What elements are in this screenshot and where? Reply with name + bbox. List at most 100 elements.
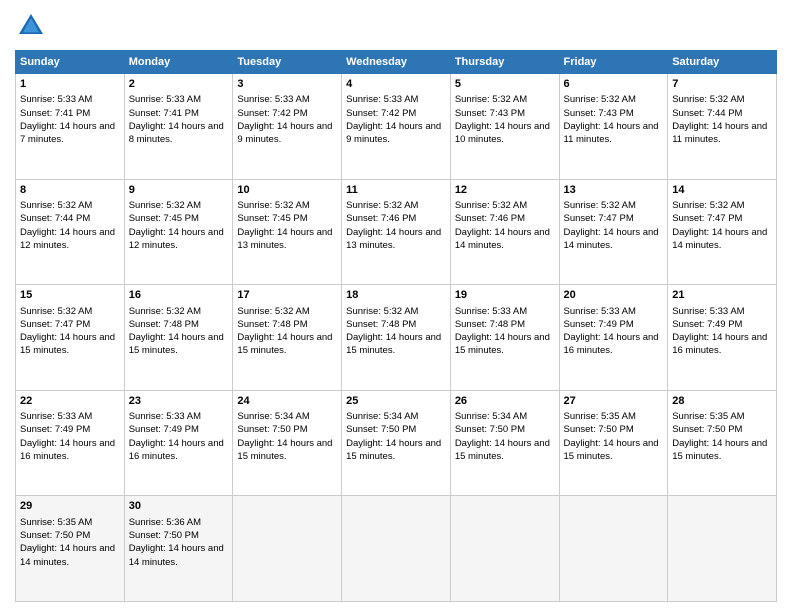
logo: [15, 10, 51, 42]
daylight-text: Daylight: 14 hours and 8 minutes.: [129, 121, 224, 145]
daylight-text: Daylight: 14 hours and 9 minutes.: [346, 121, 441, 145]
sunrise-text: Sunrise: 5:32 AM: [129, 200, 201, 211]
day-header-sunday: Sunday: [16, 51, 125, 74]
day-number: 9: [129, 183, 229, 198]
sunrise-text: Sunrise: 5:33 AM: [129, 411, 201, 422]
daylight-text: Daylight: 14 hours and 9 minutes.: [237, 121, 332, 145]
sunrise-text: Sunrise: 5:32 AM: [237, 200, 309, 211]
sunrise-text: Sunrise: 5:34 AM: [455, 411, 527, 422]
week-row-2: 8Sunrise: 5:32 AMSunset: 7:44 PMDaylight…: [16, 179, 777, 285]
calendar-cell: 14Sunrise: 5:32 AMSunset: 7:47 PMDayligh…: [668, 179, 777, 285]
calendar-cell: 10Sunrise: 5:32 AMSunset: 7:45 PMDayligh…: [233, 179, 342, 285]
day-number: 20: [564, 288, 664, 303]
sunset-text: Sunset: 7:43 PM: [455, 108, 525, 119]
week-row-4: 22 Sunrise: 5:33 AM Sunset: 7:49 PM Dayligh…: [16, 390, 777, 496]
sunrise-text: Sunrise: 5:33 AM: [346, 94, 418, 105]
calendar-cell: 16Sunrise: 5:32 AMSunset: 7:48 PMDayligh…: [124, 285, 233, 391]
sunset-text: Sunset: 7:49 PM: [672, 319, 742, 330]
daylight-text: Daylight: 14 hours and 15 minutes.: [346, 332, 441, 356]
calendar-cell: 23Sunrise: 5:33 AMSunset: 7:49 PMDayligh…: [124, 390, 233, 496]
day-number: 10: [237, 183, 337, 198]
calendar-cell: 13Sunrise: 5:32 AMSunset: 7:47 PMDayligh…: [559, 179, 668, 285]
day-number: 1: [20, 77, 120, 92]
calendar-cell: 26Sunrise: 5:34 AMSunset: 7:50 PMDayligh…: [450, 390, 559, 496]
day-number: 21: [672, 288, 772, 303]
calendar-cell: 7Sunrise: 5:32 AMSunset: 7:44 PMDaylight…: [668, 74, 777, 180]
day-number: 26: [455, 394, 555, 409]
day-number: 16: [129, 288, 229, 303]
sunrise-text: Sunrise: 5:32 AM: [564, 94, 636, 105]
daylight-text: Daylight: 14 hours and 15 minutes.: [129, 332, 224, 356]
day-number: 27: [564, 394, 664, 409]
sunset-text: Sunset: 7:41 PM: [129, 108, 199, 119]
calendar-cell: 22 Sunrise: 5:33 AM Sunset: 7:49 PM Dayligh…: [16, 390, 125, 496]
day-number: 12: [455, 183, 555, 198]
day-number: 6: [564, 77, 664, 92]
calendar-cell: 15Sunrise: 5:32 AMSunset: 7:47 PMDayligh…: [16, 285, 125, 391]
sunrise-text: Sunrise: 5:36 AM: [129, 517, 201, 528]
day-number: 2: [129, 77, 229, 92]
sunset-text: Sunset: 7:49 PM: [20, 424, 90, 435]
sunset-text: Sunset: 7:48 PM: [455, 319, 525, 330]
daylight-text: Daylight: 14 hours and 14 minutes.: [455, 227, 550, 251]
day-header-saturday: Saturday: [668, 51, 777, 74]
day-number: 19: [455, 288, 555, 303]
logo-icon: [15, 10, 47, 42]
sunset-text: Sunset: 7:46 PM: [346, 213, 416, 224]
calendar-cell: 27Sunrise: 5:35 AMSunset: 7:50 PMDayligh…: [559, 390, 668, 496]
sunrise-text: Sunrise: 5:33 AM: [20, 411, 92, 422]
day-number: 7: [672, 77, 772, 92]
sunset-text: Sunset: 7:47 PM: [564, 213, 634, 224]
sunrise-text: Sunrise: 5:32 AM: [564, 200, 636, 211]
sunrise-text: Sunrise: 5:33 AM: [455, 306, 527, 317]
calendar-cell: 30Sunrise: 5:36 AMSunset: 7:50 PMDayligh…: [124, 496, 233, 602]
daylight-text: Daylight: 14 hours and 11 minutes.: [672, 121, 767, 145]
calendar-cell: 6Sunrise: 5:32 AMSunset: 7:43 PMDaylight…: [559, 74, 668, 180]
sunrise-text: Sunrise: 5:32 AM: [672, 94, 744, 105]
calendar-cell: 19 Sunrise: 5:33 AM Sunset: 7:48 PM Dayligh…: [450, 285, 559, 391]
calendar-cell: [233, 496, 342, 602]
daylight-text: Daylight: 14 hours and 15 minutes.: [455, 332, 550, 356]
daylight-text: Daylight: 14 hours and 15 minutes.: [237, 332, 332, 356]
calendar-cell: 5Sunrise: 5:32 AMSunset: 7:43 PMDaylight…: [450, 74, 559, 180]
day-number: 22: [20, 394, 120, 409]
calendar-cell: [450, 496, 559, 602]
daylight-text: Daylight: 14 hours and 16 minutes.: [20, 438, 115, 462]
daylight-text: Daylight: 14 hours and 13 minutes.: [237, 227, 332, 251]
day-number: 15: [20, 288, 120, 303]
sunset-text: Sunset: 7:48 PM: [129, 319, 199, 330]
day-header-thursday: Thursday: [450, 51, 559, 74]
sunset-text: Sunset: 7:50 PM: [237, 424, 307, 435]
day-number: 13: [564, 183, 664, 198]
day-number: 17: [237, 288, 337, 303]
day-number: 25: [346, 394, 446, 409]
sunset-text: Sunset: 7:45 PM: [129, 213, 199, 224]
daylight-text: Daylight: 14 hours and 14 minutes.: [129, 543, 224, 567]
daylight-text: Daylight: 14 hours and 12 minutes.: [20, 227, 115, 251]
day-number: 8: [20, 183, 120, 198]
calendar-cell: 4Sunrise: 5:33 AMSunset: 7:42 PMDaylight…: [342, 74, 451, 180]
calendar-cell: 24Sunrise: 5:34 AMSunset: 7:50 PMDayligh…: [233, 390, 342, 496]
daylight-text: Daylight: 14 hours and 16 minutes.: [129, 438, 224, 462]
calendar-cell: [342, 496, 451, 602]
sunset-text: Sunset: 7:50 PM: [20, 530, 90, 541]
sunrise-text: Sunrise: 5:33 AM: [672, 306, 744, 317]
daylight-text: Daylight: 14 hours and 13 minutes.: [346, 227, 441, 251]
day-number: 29: [20, 499, 120, 514]
daylight-text: Daylight: 14 hours and 12 minutes.: [129, 227, 224, 251]
day-header-friday: Friday: [559, 51, 668, 74]
week-row-3: 15Sunrise: 5:32 AMSunset: 7:47 PMDayligh…: [16, 285, 777, 391]
sunset-text: Sunset: 7:41 PM: [20, 108, 90, 119]
daylight-text: Daylight: 14 hours and 15 minutes.: [564, 438, 659, 462]
sunset-text: Sunset: 7:50 PM: [564, 424, 634, 435]
calendar-cell: 11Sunrise: 5:32 AMSunset: 7:46 PMDayligh…: [342, 179, 451, 285]
daylight-text: Daylight: 14 hours and 16 minutes.: [672, 332, 767, 356]
sunrise-text: Sunrise: 5:33 AM: [20, 94, 92, 105]
daylight-text: Daylight: 14 hours and 14 minutes.: [672, 227, 767, 251]
calendar-cell: 28Sunrise: 5:35 AMSunset: 7:50 PMDayligh…: [668, 390, 777, 496]
sunset-text: Sunset: 7:47 PM: [20, 319, 90, 330]
day-header-wednesday: Wednesday: [342, 51, 451, 74]
calendar-cell: 29Sunrise: 5:35 AMSunset: 7:50 PMDayligh…: [16, 496, 125, 602]
sunset-text: Sunset: 7:48 PM: [237, 319, 307, 330]
calendar-cell: [668, 496, 777, 602]
